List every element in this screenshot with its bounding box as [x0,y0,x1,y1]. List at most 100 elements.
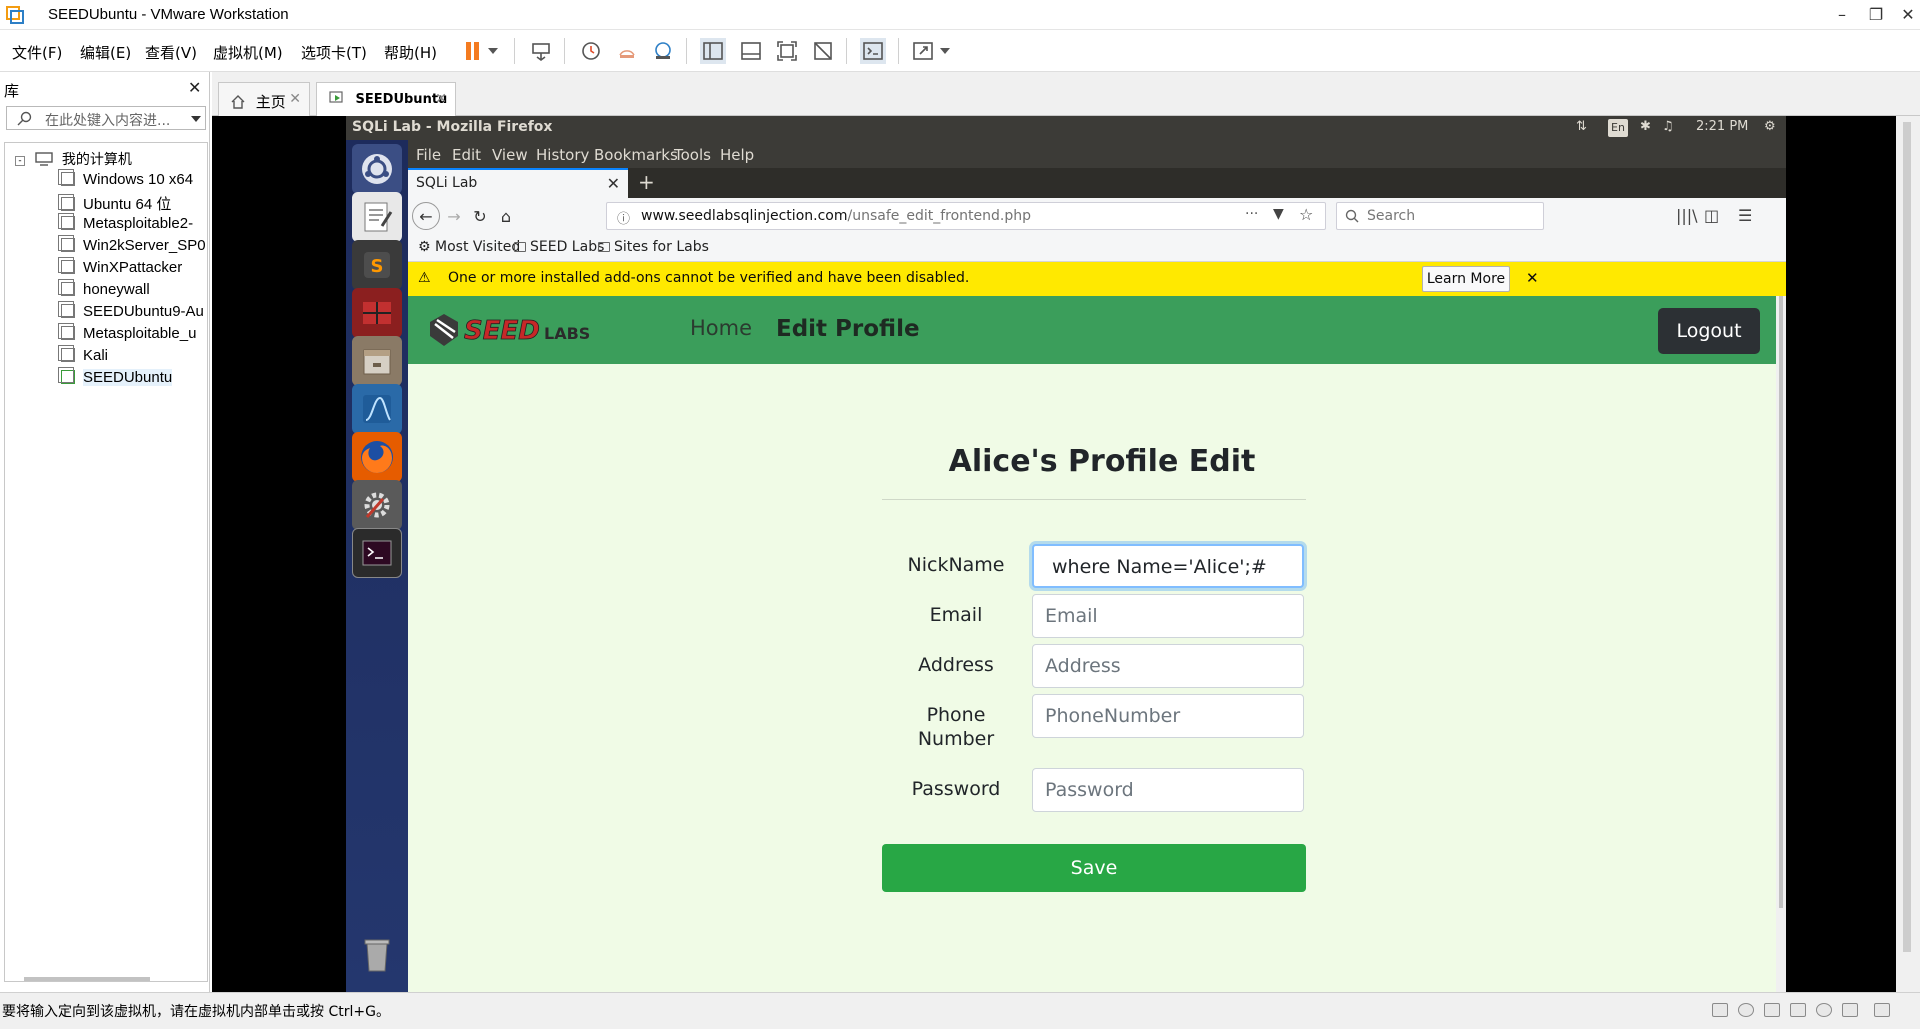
tree-item-vm[interactable]: Ubuntu 64 位 [58,193,171,213]
network-adapter-icon[interactable] [1764,1003,1780,1017]
usb-icon[interactable] [1790,1003,1806,1017]
bluetooth-icon[interactable]: ✱ [1640,119,1651,134]
tree-item-vm-selected[interactable]: SEEDUbuntu [58,367,173,389]
new-tab-icon[interactable]: + [638,170,655,194]
tree-root[interactable]: - 我的计算机 [15,149,132,169]
tab-sqli-lab[interactable]: SQLi Lab ✕ [408,168,628,198]
pause-icon[interactable] [460,38,486,64]
chevron-down-icon[interactable] [938,38,952,64]
scrollbar-thumb[interactable] [1779,296,1783,908]
sublime-text-icon[interactable]: S [352,240,402,290]
cd-drive-icon[interactable] [1738,1003,1754,1017]
close-icon[interactable]: ✕ [435,91,447,107]
tree-item-vm[interactable]: Kali [58,345,108,367]
menu-tabs[interactable]: 选项卡(T) [301,42,367,63]
thumbnail-bar-icon[interactable] [738,38,764,64]
snapshot-icon[interactable] [578,38,604,64]
library-search-input[interactable]: 在此处键入内容进... [6,106,206,130]
file-manager-icon[interactable] [352,336,402,386]
collapse-icon[interactable]: - [15,156,25,166]
horizontal-scrollbar[interactable] [24,977,150,981]
close-icon[interactable]: ✕ [607,174,620,193]
tree-item-vm[interactable]: Windows 10 x64 [58,169,193,191]
close-icon[interactable]: ✕ [188,78,201,97]
email-field[interactable]: Email [1032,594,1304,638]
bookmark-sites-for-labs[interactable]: Sites for Labs [598,239,709,255]
console-view-icon[interactable] [860,38,886,64]
learn-more-button[interactable]: Learn More [1422,266,1510,292]
bookmark-seed-labs[interactable]: SEED Labs [514,239,604,255]
tab-home[interactable]: 主页 ✕ [218,82,310,116]
phone-number-field[interactable]: PhoneNumber [1032,694,1304,738]
page-actions-icon[interactable]: ··· [1245,206,1258,222]
trash-icon[interactable] [352,930,402,980]
scrollbar-thumb[interactable] [1903,122,1911,952]
menu-edit[interactable]: 编辑(E) [80,42,131,63]
pocket-icon[interactable]: ▼ [1273,206,1284,222]
system-settings-icon[interactable] [352,480,402,530]
send-ctrl-alt-del-icon[interactable] [528,38,554,64]
reload-icon[interactable]: ↻ [466,202,494,230]
password-field[interactable]: Password [1032,768,1304,812]
sidebar-icon[interactable]: ◫ [1704,206,1719,225]
message-log-icon[interactable] [1874,1003,1890,1017]
logout-button[interactable]: Logout [1658,308,1760,354]
save-button[interactable]: Save [882,844,1306,892]
show-library-icon[interactable] [700,38,726,64]
volume-icon[interactable]: ♫ [1662,119,1674,134]
network-icon[interactable]: ⇅ [1576,119,1587,134]
menu-file[interactable]: File [416,146,441,164]
tree-item-vm[interactable]: Win2kServer_SP0 [58,235,206,257]
clock[interactable]: 2:21 PM [1696,119,1748,134]
tree-item-vm[interactable]: honeywall [58,279,150,301]
url-bar[interactable]: ⓘ www.seedlabsqlinjection.com/unsafe_edi… [606,202,1326,230]
terminal-icon[interactable] [352,528,402,578]
chevron-down-icon[interactable] [191,115,201,123]
ubuntu-dash-icon[interactable] [352,144,402,194]
search-input[interactable]: Search [1336,202,1544,230]
sound-icon[interactable] [1816,1003,1832,1017]
ubuntu-desktop[interactable]: SQLi Lab - Mozilla Firefox ⇅ En ✱ ♫ 2:21… [346,116,1786,992]
back-icon[interactable]: ← [412,202,440,230]
close-icon[interactable]: ✕ [1526,269,1539,287]
wireshark-icon[interactable] [352,384,402,434]
vertical-scrollbar[interactable] [1896,116,1920,992]
chevron-down-icon[interactable] [486,38,500,64]
nav-home-link[interactable]: Home [690,316,752,340]
keyboard-indicator[interactable]: En [1608,119,1628,137]
library-icon[interactable]: |||\ [1676,206,1698,225]
text-editor-icon[interactable] [352,192,402,242]
revert-snapshot-icon[interactable] [614,38,640,64]
firefox-icon[interactable] [352,432,402,482]
address-field[interactable]: Address [1032,644,1304,688]
menu-file[interactable]: 文件(F) [12,42,62,63]
close-icon[interactable]: ✕ [1888,0,1920,30]
bookmark-star-icon[interactable]: ☆ [1299,205,1313,224]
page-scrollbar[interactable] [1776,296,1786,992]
seed-labs-logo[interactable]: SEED LABS [426,308,591,354]
tree-item-vm[interactable]: Metasploitable2- [58,213,193,235]
menu-view[interactable]: View [492,146,528,164]
bookmark-most-visited[interactable]: ⚙ Most Visited [418,239,520,255]
nav-edit-profile-link[interactable]: Edit Profile [776,316,920,342]
hard-disk-icon[interactable] [1712,1003,1728,1017]
info-icon[interactable]: ⓘ [617,208,630,227]
menu-tools[interactable]: Tools [674,146,711,164]
full-screen-icon[interactable] [774,38,800,64]
terminator-icon[interactable] [352,288,402,338]
tree-item-vm[interactable]: SEEDUbuntu9-Au [58,301,204,323]
snapshot-manager-icon[interactable] [650,38,676,64]
nickname-field[interactable]: where Name='Alice';# [1032,544,1304,588]
hamburger-menu-icon[interactable]: ☰ [1738,206,1752,225]
gear-icon[interactable]: ⚙ [1764,119,1776,134]
tab-seedubuntu[interactable]: SEEDUbuntu ✕ [316,82,456,116]
forward-icon[interactable]: → [440,202,468,230]
tree-item-vm[interactable]: WinXPattacker [58,257,182,279]
menu-history[interactable]: History [536,146,589,164]
display-icon[interactable] [1842,1003,1858,1017]
home-icon[interactable]: ⌂ [492,202,520,230]
tree-item-vm[interactable]: Metasploitable_u [58,323,196,345]
stretch-guest-icon[interactable] [910,38,936,64]
menu-vm[interactable]: 虚拟机(M) [213,42,283,63]
menu-help[interactable]: Help [720,146,754,164]
